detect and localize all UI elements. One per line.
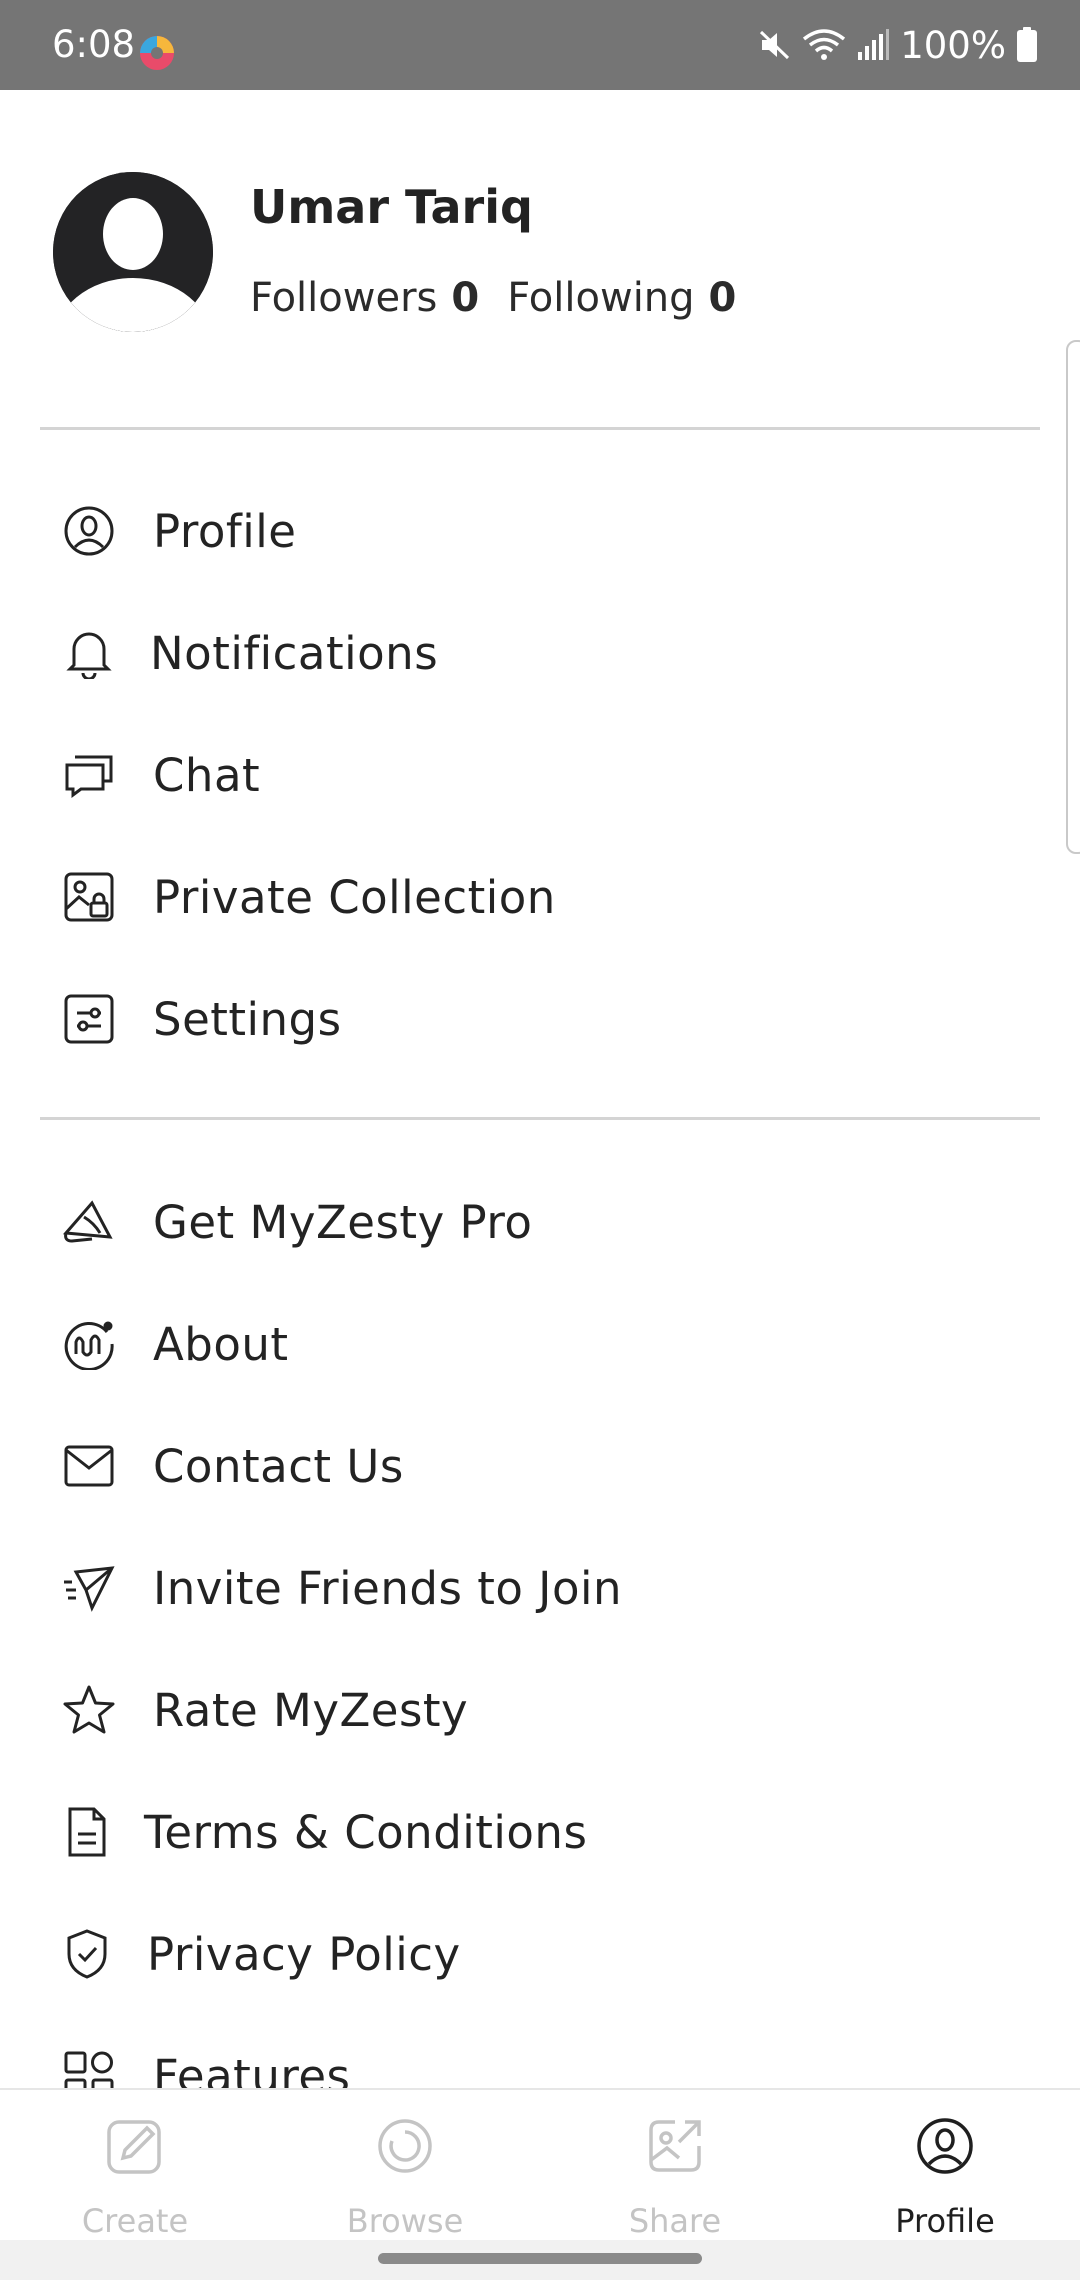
menu-item-label: About <box>153 1317 289 1371</box>
private-collection-icon <box>62 870 116 924</box>
document-icon <box>60 1805 114 1859</box>
nav-browse[interactable]: Browse <box>270 2090 540 2260</box>
followers-label[interactable]: Followers <box>250 275 437 321</box>
menu-item-invite-friends[interactable]: Invite Friends to Join <box>0 1527 1080 1649</box>
wifi-icon <box>803 29 846 60</box>
nav-label: Share <box>628 2202 722 2240</box>
menu-item-rate[interactable]: Rate MyZesty <box>0 1649 1080 1771</box>
follow-stats: Followers 0 Following 0 <box>250 275 764 321</box>
avatar[interactable] <box>53 172 213 332</box>
profile-icon <box>917 2118 973 2174</box>
default-avatar-icon <box>53 172 213 332</box>
menu-item-label: Terms & Conditions <box>144 1805 588 1859</box>
menu-item-label: Profile <box>153 504 297 558</box>
nav-label: Create <box>81 2202 189 2240</box>
menu-item-label: Private Collection <box>153 870 556 924</box>
mute-icon <box>760 30 790 60</box>
menu-item-private-collection[interactable]: Private Collection <box>0 836 1080 958</box>
megaphone-icon <box>62 1195 116 1249</box>
menu-item-about[interactable]: About <box>0 1283 1080 1405</box>
about-icon <box>62 1317 116 1371</box>
status-time: 6:08 <box>52 23 136 66</box>
app-notification-icon <box>140 36 174 70</box>
status-icons: 100% <box>758 20 1038 70</box>
followers-count[interactable]: 0 <box>451 275 479 321</box>
browse-icon <box>378 2119 432 2173</box>
share-icon <box>649 2120 701 2172</box>
battery-percentage: 100% <box>900 23 1006 67</box>
user-name[interactable]: Umar Tariq <box>250 180 533 234</box>
menu-item-terms[interactable]: Terms & Conditions <box>0 1771 1080 1893</box>
divider <box>40 1117 1040 1120</box>
profile-header: Umar Tariq Followers 0 Following 0 <box>0 90 1080 430</box>
menu-item-contact-us[interactable]: Contact Us <box>0 1405 1080 1527</box>
paper-plane-icon <box>62 1561 116 1615</box>
menu-item-get-pro[interactable]: Get MyZesty Pro <box>0 1161 1080 1283</box>
menu-item-label: Privacy Policy <box>147 1927 461 1981</box>
menu-item-privacy-policy[interactable]: Privacy Policy <box>0 1893 1080 2015</box>
menu-item-label: Settings <box>153 992 342 1046</box>
menu-item-settings[interactable]: Settings <box>0 958 1080 1080</box>
status-bar: 6:08 100% <box>0 0 1080 90</box>
nav-profile[interactable]: Profile <box>810 2090 1080 2260</box>
menu-item-chat[interactable]: Chat <box>0 714 1080 836</box>
profile-icon <box>62 504 116 558</box>
battery-icon <box>1017 27 1037 62</box>
nav-label: Browse <box>346 2202 464 2240</box>
pencil-icon <box>107 2120 161 2174</box>
signal-icon <box>858 29 890 60</box>
menu-item-label: Notifications <box>150 626 439 680</box>
bell-icon <box>62 626 116 680</box>
following-count[interactable]: 0 <box>709 275 737 321</box>
star-icon <box>62 1683 116 1737</box>
nav-label: Profile <box>895 2202 995 2240</box>
menu-item-label: Invite Friends to Join <box>153 1561 622 1615</box>
settings-icon <box>62 992 116 1046</box>
menu-item-label: Get MyZesty Pro <box>153 1195 533 1249</box>
menu-item-notifications[interactable]: Notifications <box>0 592 1080 714</box>
scroll-indicator[interactable] <box>1066 340 1080 854</box>
menu-item-label: Chat <box>153 748 261 802</box>
nav-share[interactable]: Share <box>540 2090 810 2260</box>
chat-icon <box>62 748 116 802</box>
nav-create[interactable]: Create <box>0 2090 270 2260</box>
menu-item-label: Rate MyZesty <box>153 1683 469 1737</box>
shield-icon <box>60 1927 114 1981</box>
menu-item-profile[interactable]: Profile <box>0 470 1080 592</box>
mail-icon <box>62 1439 116 1493</box>
divider <box>40 427 1040 430</box>
following-label[interactable]: Following <box>507 275 694 321</box>
menu-item-label: Contact Us <box>153 1439 404 1493</box>
home-gesture-bar[interactable] <box>378 2253 702 2264</box>
